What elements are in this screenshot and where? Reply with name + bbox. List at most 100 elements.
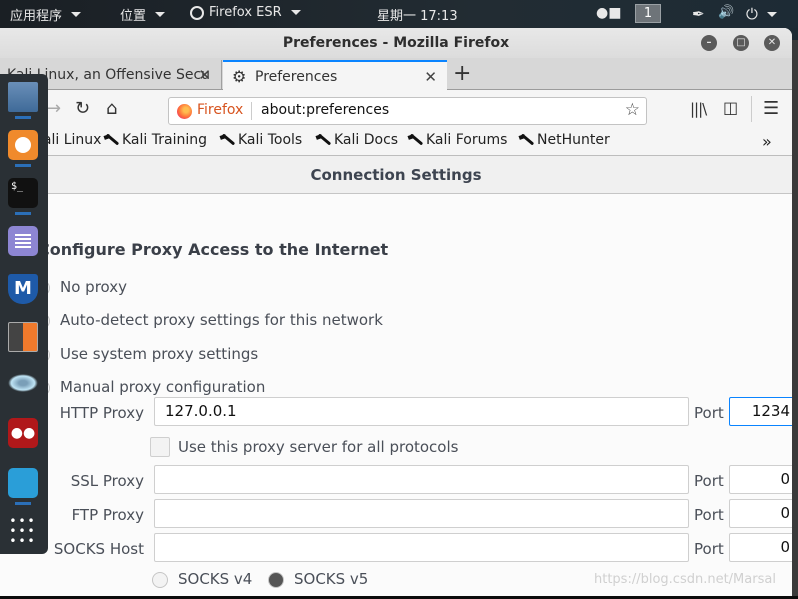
volume-icon[interactable]: 🔊 <box>718 5 734 20</box>
bookmark-kali-training[interactable]: Kali Training <box>104 132 207 148</box>
dialog-header: Connection Settings <box>0 156 792 194</box>
ssl-proxy-label: SSL Proxy <box>70 472 144 490</box>
running-indicator <box>15 502 31 505</box>
bookmarks-toolbar: Kali Linux Kali Training Kali Tools Kali… <box>0 128 792 156</box>
show-apps-icon[interactable]: ••• ••• ••• <box>8 515 38 547</box>
socks-v4-label[interactable]: SOCKS v4 <box>178 570 252 588</box>
close-tab-icon[interactable]: ✕ <box>424 62 437 91</box>
power-icon[interactable]: ⏻ <box>746 5 777 23</box>
title-bar: Preferences - Mozilla Firefox – □ ✕ <box>0 28 792 58</box>
firefox-icon <box>177 104 192 119</box>
radio-label-auto-detect[interactable]: Auto-detect proxy settings for this netw… <box>60 311 383 329</box>
chevron-down-icon <box>155 12 166 17</box>
socks-v5-label[interactable]: SOCKS v5 <box>294 570 368 588</box>
firefox-dock-icon[interactable] <box>8 130 38 160</box>
dialog-title: Connection Settings <box>310 166 482 184</box>
library-icon[interactable]: |||\ <box>690 100 707 118</box>
identity-label[interactable]: Firefox <box>197 102 243 118</box>
clock-label: 星期一 17:13 <box>377 9 458 24</box>
maltego-icon[interactable] <box>8 374 38 392</box>
close-tab-icon[interactable]: ✕ <box>198 60 211 90</box>
forward-button[interactable]: → <box>46 98 61 119</box>
applications-menu[interactable]: 应用程序 <box>10 5 82 24</box>
ftp-proxy-label: FTP Proxy <box>71 506 144 524</box>
url-text[interactable]: about:preferences <box>261 102 389 118</box>
http-port-label: Port <box>694 404 724 422</box>
new-tab-button[interactable]: + <box>453 60 471 88</box>
metasploit-icon[interactable]: M <box>8 274 38 304</box>
radio-socks-v5[interactable] <box>268 572 284 588</box>
applications-label: 应用程序 <box>10 9 63 24</box>
ftp-port-input[interactable]: 0 <box>729 499 792 528</box>
bookmarks-overflow-icon[interactable]: » <box>762 132 772 151</box>
tab-preferences[interactable]: ⚙ Preferences ✕ <box>223 60 447 91</box>
bookmark-label: Kali Forums <box>426 132 508 148</box>
toolbar-separator <box>751 96 752 122</box>
http-proxy-input[interactable]: 127.0.0.1 <box>154 397 689 426</box>
http-port-input[interactable]: 1234 <box>729 397 792 426</box>
radio-label-system-proxy[interactable]: Use system proxy settings <box>60 345 258 363</box>
bookmark-kali-docs[interactable]: Kali Docs <box>316 132 398 148</box>
bookmark-label: Kali Training <box>122 132 207 148</box>
burpsuite-icon[interactable] <box>8 322 38 352</box>
text-lines-glyph <box>15 234 31 236</box>
clock[interactable]: 星期一 17:13 <box>377 5 458 24</box>
places-menu[interactable]: 位置 <box>120 5 166 24</box>
socks-host-input[interactable] <box>154 533 689 562</box>
kali-dragon-icon <box>408 133 422 147</box>
close-window-button[interactable]: ✕ <box>764 35 780 51</box>
menu-icon[interactable]: ☰ <box>763 98 779 119</box>
bookmark-kali-forums[interactable]: Kali Forums <box>408 132 507 148</box>
use-for-all-label[interactable]: Use this proxy server for all protocols <box>178 438 458 456</box>
bookmark-star-icon[interactable]: ☆ <box>625 100 640 120</box>
workspace-indicator[interactable]: 1 <box>635 4 661 23</box>
places-label: 位置 <box>120 9 147 24</box>
url-bar[interactable]: Firefox about:preferences ☆ <box>168 97 647 125</box>
bookmark-label: Kali Docs <box>334 132 399 148</box>
maximize-button[interactable]: □ <box>733 35 749 51</box>
active-app-menu[interactable]: Firefox ESR <box>190 5 301 20</box>
http-proxy-label: HTTP Proxy <box>59 404 144 422</box>
kali-dragon-icon <box>519 133 533 147</box>
socks-port-label: Port <box>694 540 724 558</box>
nav-bar: → ↻ ⌂ Firefox about:preferences ☆ |||\ ◫… <box>0 90 792 128</box>
ssl-proxy-input[interactable] <box>154 465 689 494</box>
text-editor-icon[interactable] <box>8 226 38 256</box>
window-shadow <box>792 40 798 596</box>
home-button[interactable]: ⌂ <box>106 98 117 119</box>
dash-dock: $_ M ●● ••• ••• ••• <box>0 74 48 554</box>
running-indicator <box>15 164 31 167</box>
kali-dragon-icon <box>220 133 234 147</box>
gear-icon: ⚙ <box>232 67 247 86</box>
section-title: Configure Proxy Access to the Internet <box>38 240 389 259</box>
connection-settings-dialog: Configure Proxy Access to the Internet N… <box>0 194 792 596</box>
ssl-port-label: Port <box>694 472 724 490</box>
socks-port-input[interactable]: 0 <box>729 533 792 562</box>
files-icon[interactable] <box>8 82 38 112</box>
kali-dragon-icon <box>316 133 330 147</box>
use-for-all-checkbox[interactable] <box>150 437 170 457</box>
radio-socks-v4[interactable] <box>152 572 168 588</box>
reload-button[interactable]: ↻ <box>75 98 90 119</box>
top-panel: 应用程序 位置 Firefox ESR 星期一 17:13 ●■ 1 ✒ 🔊 ⏻ <box>0 0 798 28</box>
kali-dragon-icon <box>104 133 118 147</box>
running-indicator <box>15 116 31 119</box>
ftp-port-label: Port <box>694 506 724 524</box>
firefox-window: Preferences - Mozilla Firefox – □ ✕ Kali… <box>0 28 792 596</box>
chevron-down-icon <box>766 11 777 17</box>
cherrytree-icon[interactable]: ●● <box>8 418 38 448</box>
minimize-button[interactable]: – <box>701 35 717 51</box>
window-title: Preferences - Mozilla Firefox <box>282 35 510 51</box>
radio-label-manual-proxy[interactable]: Manual proxy configuration <box>60 378 265 396</box>
pen-icon[interactable]: ✒ <box>692 5 705 23</box>
socks-host-label: SOCKS Host <box>53 540 144 558</box>
wireshark-icon[interactable] <box>8 468 38 498</box>
terminal-icon[interactable]: $_ <box>8 178 38 208</box>
bookmark-kali-tools[interactable]: Kali Tools <box>220 132 302 148</box>
sidebar-icon[interactable]: ◫ <box>723 98 738 117</box>
ftp-proxy-input[interactable] <box>154 499 689 528</box>
camera-icon[interactable]: ●■ <box>596 5 621 21</box>
bookmark-nethunter[interactable]: NetHunter <box>519 132 610 148</box>
ssl-port-input[interactable]: 0 <box>729 465 792 494</box>
radio-label-no-proxy[interactable]: No proxy <box>60 278 127 296</box>
